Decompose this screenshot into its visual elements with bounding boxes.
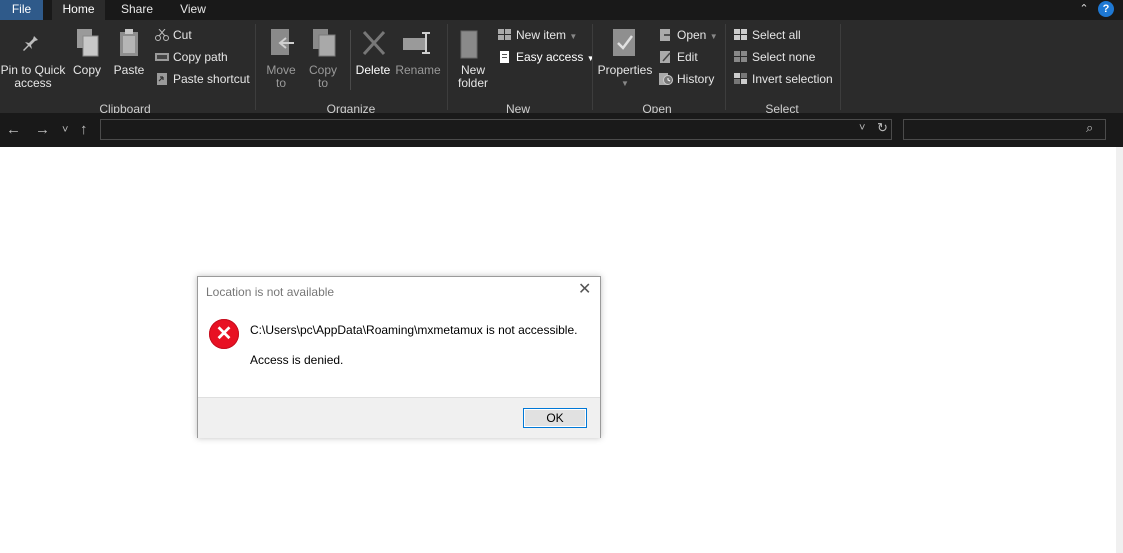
paste-button[interactable]: Paste bbox=[110, 64, 148, 77]
copy-path-icon bbox=[155, 50, 169, 62]
error-dialog: Location is not available ✕ ✕ C:\Users\p… bbox=[197, 276, 601, 438]
easy-access-button[interactable]: Easy access ▼ bbox=[498, 48, 595, 66]
easy-access-icon bbox=[498, 50, 512, 63]
paste-shortcut-label: Paste shortcut bbox=[173, 72, 250, 86]
copy-to-button[interactable]: Copy to bbox=[305, 64, 341, 90]
open-label: Open bbox=[677, 28, 707, 42]
collapse-ribbon-icon[interactable]: ⌃ bbox=[1075, 0, 1093, 18]
move-to-button[interactable]: Move to bbox=[263, 64, 299, 90]
select-all-label: Select all bbox=[752, 28, 801, 42]
move-to-label-2: to bbox=[275, 76, 286, 90]
ribbon: Pin to Quick access Copy Paste Cut Copy … bbox=[0, 20, 1123, 116]
easy-access-label: Easy access bbox=[516, 50, 584, 64]
copy-to-icon bbox=[312, 28, 338, 61]
pin-label-2: access bbox=[14, 76, 52, 90]
properties-icon bbox=[612, 28, 638, 61]
search-box[interactable]: ⌕ bbox=[903, 119, 1106, 140]
navigation-bar: ← → ˅ ↑ ˅ ↻ ⌕ bbox=[0, 113, 1123, 147]
error-detail: Access is denied. bbox=[250, 353, 344, 367]
invert-selection-icon bbox=[734, 72, 748, 84]
new-folder-label-2: folder bbox=[457, 76, 489, 90]
copy-button[interactable]: Copy bbox=[70, 64, 104, 77]
pin-icon bbox=[22, 30, 44, 57]
open-icon bbox=[659, 28, 673, 41]
address-dropdown-chevron-icon[interactable]: ˅ bbox=[859, 122, 865, 134]
tab-view[interactable]: View bbox=[171, 0, 215, 20]
select-all-icon bbox=[734, 28, 748, 40]
select-none-icon bbox=[734, 50, 748, 62]
select-none-button[interactable]: Select none bbox=[734, 48, 815, 66]
history-button[interactable]: History bbox=[659, 70, 714, 88]
new-item-label: New item bbox=[516, 28, 567, 42]
up-arrow-icon[interactable]: ↑ bbox=[80, 113, 88, 147]
copy-to-label-2: to bbox=[317, 76, 328, 90]
properties-button[interactable]: Properties ▼ bbox=[597, 64, 653, 90]
invert-selection-button[interactable]: Invert selection bbox=[734, 70, 833, 88]
group-divider bbox=[725, 24, 726, 110]
group-divider bbox=[447, 24, 448, 110]
cut-label: Cut bbox=[173, 28, 192, 42]
error-icon: ✕ bbox=[209, 319, 239, 349]
divider-delete bbox=[350, 30, 351, 90]
ribbon-tab-bar: File Home Share View ⌃ ? bbox=[0, 0, 1123, 20]
invert-selection-label: Invert selection bbox=[752, 72, 833, 86]
new-item-icon bbox=[498, 28, 512, 40]
forward-arrow-icon[interactable]: → bbox=[35, 113, 50, 147]
select-all-button[interactable]: Select all bbox=[734, 26, 801, 44]
edit-label: Edit bbox=[677, 50, 698, 64]
help-icon[interactable]: ? bbox=[1098, 1, 1114, 17]
error-message: C:\Users\pc\AppData\Roaming\mxmetamux is… bbox=[250, 323, 578, 337]
history-label: History bbox=[677, 72, 715, 86]
dialog-title: Location is not available bbox=[206, 285, 335, 299]
rename-icon bbox=[402, 32, 434, 57]
edit-icon bbox=[659, 50, 673, 63]
new-folder-button[interactable]: New folder bbox=[452, 64, 494, 90]
properties-dropdown-icon: ▼ bbox=[621, 79, 629, 88]
group-divider bbox=[255, 24, 256, 110]
delete-button[interactable]: Delete bbox=[354, 64, 392, 77]
search-icon: ⌕ bbox=[1086, 120, 1094, 135]
tab-share[interactable]: Share bbox=[114, 0, 160, 20]
move-to-icon bbox=[270, 28, 296, 61]
address-bar[interactable]: ˅ ↻ bbox=[100, 119, 892, 140]
ok-button[interactable]: OK bbox=[523, 408, 587, 428]
scissors-icon bbox=[155, 28, 169, 41]
group-divider bbox=[592, 24, 593, 110]
select-none-label: Select none bbox=[752, 50, 816, 64]
paste-icon bbox=[118, 28, 142, 61]
group-divider bbox=[840, 24, 841, 110]
tab-home[interactable]: Home bbox=[52, 0, 105, 20]
cut-button[interactable]: Cut bbox=[155, 26, 192, 44]
paste-shortcut-button[interactable]: Paste shortcut bbox=[155, 70, 250, 88]
refresh-icon[interactable]: ↻ bbox=[877, 120, 888, 136]
pin-to-quick-access-button[interactable]: Pin to Quick access bbox=[0, 64, 66, 90]
copy-path-button[interactable]: Copy path bbox=[155, 48, 228, 66]
copy-path-label: Copy path bbox=[173, 50, 228, 64]
paste-shortcut-icon bbox=[155, 72, 169, 85]
history-icon bbox=[659, 72, 673, 85]
recent-locations-chevron-icon[interactable]: ˅ bbox=[62, 113, 68, 147]
close-icon[interactable]: ✕ bbox=[578, 282, 591, 298]
edit-button[interactable]: Edit bbox=[659, 48, 698, 66]
tab-file[interactable]: File bbox=[0, 0, 43, 20]
open-button[interactable]: Open ▼ bbox=[659, 26, 718, 44]
vertical-scrollbar[interactable] bbox=[1116, 147, 1123, 553]
dialog-footer: OK bbox=[198, 397, 600, 438]
new-folder-icon bbox=[460, 30, 484, 63]
back-arrow-icon[interactable]: ← bbox=[6, 113, 21, 147]
new-item-button[interactable]: New item ▼ bbox=[498, 26, 577, 44]
delete-x-icon bbox=[362, 30, 386, 59]
copy-icon bbox=[76, 28, 100, 61]
rename-button[interactable]: Rename bbox=[395, 64, 441, 77]
properties-label: Properties bbox=[597, 63, 653, 77]
